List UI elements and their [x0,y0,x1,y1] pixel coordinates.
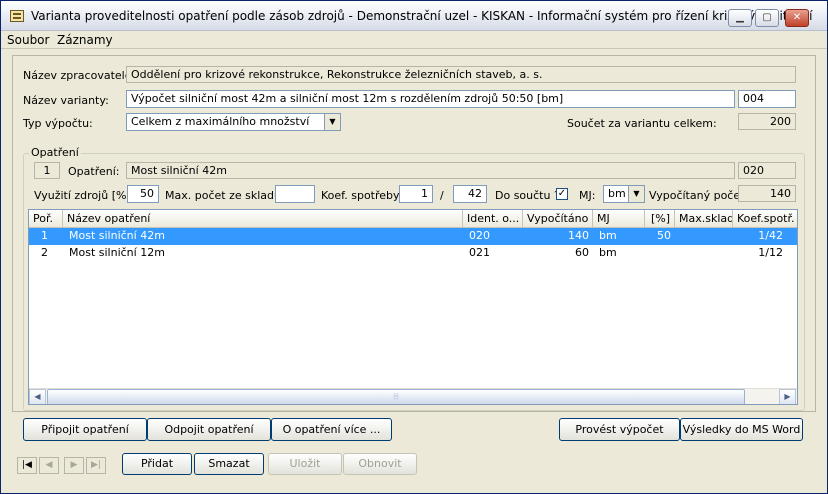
chevron-down-icon[interactable]: ▼ [324,114,340,130]
attach-measure-button[interactable]: Připojit opatření [23,418,147,441]
col-header-ident[interactable]: Ident. o... [463,210,523,228]
horizontal-scrollbar[interactable]: ◀ ⦙⦙⦙ ▶ [29,388,797,404]
measure-label: Opatření: [68,165,120,178]
refresh-record-button[interactable]: Obnovit [343,453,417,475]
last-record-icon[interactable]: ▶| [86,457,106,474]
menu-bar: Soubor Záznamy [1,31,827,49]
app-window: Varianta proveditelnosti opatření podle … [0,0,828,494]
add-record-button[interactable]: Přidat [122,453,192,475]
measure-group-title: Opatření [29,146,81,159]
first-record-icon[interactable]: |◀ [17,457,37,474]
coef-denominator-input[interactable]: 42 [453,185,487,203]
measures-table[interactable]: Poř. Název opatření Ident. o... Vypočítá… [28,209,798,405]
row-ident: 020 [469,229,490,242]
col-header-koef[interactable]: Koef.spotř. [733,210,797,228]
row-koef: 1/42 [758,229,783,242]
total-label: Součet za variantu celkem: [567,117,717,130]
row-poradi: 2 [41,246,48,259]
processor-field: Oddělení pro krizové rekonstrukce, Rekon… [126,66,796,83]
processor-label: Název zpracovatele: [23,69,136,82]
row-nazev: Most silniční 12m [69,246,165,259]
row-procenta: 50 [657,229,671,242]
calc-type-select[interactable]: Celkem z maximálního množství ▼ [126,113,341,131]
col-header-procenta[interactable]: [%] [645,210,675,228]
variant-code-input[interactable]: 004 [738,90,796,108]
row-vypocitano: 60 [575,246,589,259]
sum-checkbox[interactable]: ✓ [556,188,568,200]
table-row[interactable]: 2 Most silniční 12m 021 60 bm 1/12 [29,245,797,262]
row-nazev: Most silniční 42m [69,229,165,242]
variant-label: Název varianty: [23,94,109,107]
col-header-nazev[interactable]: Název opatření [63,210,463,228]
title-bar[interactable]: Varianta proveditelnosti opatření podle … [1,1,827,31]
row-mj: bm [599,229,617,242]
measure-details-button[interactable]: O opatření více ... [271,418,392,441]
row-poradi: 1 [41,229,48,242]
usage-label: Využití zdrojů [%]: [34,189,135,202]
variant-name-input[interactable]: Výpočet silniční most 42m a silniční mos… [126,90,735,108]
coef-separator: / [440,189,444,202]
scroll-thumb[interactable]: ⦙⦙⦙ [47,389,745,404]
max-stock-input[interactable] [275,185,315,203]
measure-index: 1 [34,162,60,179]
row-vypocitano: 140 [568,229,589,242]
next-record-icon[interactable]: ▶ [64,457,84,474]
minimize-button[interactable]: ▁ [728,9,752,27]
save-record-button[interactable]: Uložit [268,453,342,475]
window-title: Varianta proveditelnosti opatření podle … [31,9,813,23]
col-header-max-sklad[interactable]: Max.sklad [675,210,733,228]
col-header-poradi[interactable]: Poř. [29,210,63,228]
col-header-mj[interactable]: MJ [593,210,645,228]
calc-type-value: Celkem z maximálního množství [131,115,310,128]
mj-value: bm [608,187,626,200]
row-koef: 1/12 [758,246,783,259]
calc-type-label: Typ výpočtu: [23,117,93,130]
prev-record-icon[interactable]: ◀ [39,457,59,474]
sum-label: Do součtu ? [495,189,560,202]
chevron-down-icon[interactable]: ▼ [628,186,644,202]
measure-name-field: Most silniční 42m [126,162,735,179]
max-stock-label: Max. počet ze skladu: [165,189,285,202]
coef-label: Koef. spotřeby: [321,189,403,202]
menu-zaznamy[interactable]: Záznamy [57,33,113,47]
usage-input[interactable]: 50 [127,185,159,203]
row-ident: 021 [469,246,490,259]
compute-button[interactable]: Provést výpočet [559,418,680,441]
delete-record-button[interactable]: Smazat [194,453,264,475]
close-button[interactable]: ✕ [785,9,809,27]
measure-code-field: 020 [738,162,796,179]
export-word-button[interactable]: Výsledky do MS Word [680,418,803,441]
detach-measure-button[interactable]: Odpojit opatření [147,418,271,441]
col-header-vypocitano[interactable]: Vypočítáno [523,210,593,228]
mj-select[interactable]: bm ▼ [603,185,645,203]
computed-label: Vypočítaný počet: [649,189,749,202]
maximize-button[interactable]: ▢ [755,9,779,27]
row-mj: bm [599,246,617,259]
form-icon [10,10,24,22]
scroll-left-icon[interactable]: ◀ [29,389,46,404]
mj-label: MJ: [579,189,596,202]
scroll-right-icon[interactable]: ▶ [779,389,796,404]
table-row[interactable]: 1 Most silniční 42m 020 140 bm 50 1/42 [29,228,797,245]
total-value: 200 [738,113,796,130]
coef-numerator-input[interactable]: 1 [399,185,433,203]
menu-soubor[interactable]: Soubor [7,33,49,47]
computed-value: 140 [738,185,796,202]
